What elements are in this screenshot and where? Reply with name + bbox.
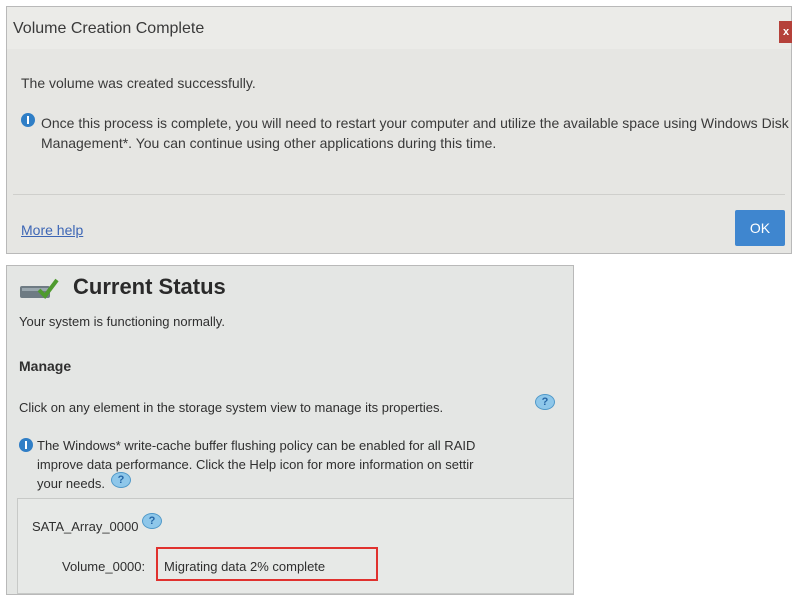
close-button[interactable]: x bbox=[779, 21, 792, 43]
cache-line-2: improve data performance. Click the Help… bbox=[37, 457, 474, 472]
volume-creation-dialog: Volume Creation Complete x The volume wa… bbox=[6, 6, 792, 254]
storage-array-box: SATA_Array_0000 ? Volume_0000: Migrating… bbox=[17, 498, 573, 594]
manage-heading: Manage bbox=[19, 358, 72, 374]
dialog-title: Volume Creation Complete bbox=[13, 20, 205, 37]
manage-instructions: Click on any element in the storage syst… bbox=[19, 400, 444, 415]
help-icon[interactable]: ? bbox=[142, 513, 162, 529]
more-help-link[interactable]: More help bbox=[21, 222, 83, 238]
status-title: Current Status bbox=[73, 274, 226, 299]
info-icon bbox=[19, 438, 33, 452]
system-status-text: Your system is functioning normally. bbox=[19, 314, 225, 329]
help-icon[interactable]: ? bbox=[535, 394, 555, 410]
dialog-titlebar: Volume Creation Complete x bbox=[7, 7, 792, 49]
help-icon[interactable]: ? bbox=[111, 472, 131, 488]
array-name[interactable]: SATA_Array_0000 bbox=[32, 519, 138, 534]
ok-button[interactable]: OK bbox=[735, 210, 785, 246]
current-status-panel: Current Status Your system is functionin… bbox=[6, 265, 574, 595]
success-message: The volume was created successfully. bbox=[21, 75, 256, 91]
restart-info-text: Once this process is complete, you will … bbox=[41, 115, 789, 151]
volume-label[interactable]: Volume_0000: bbox=[62, 559, 145, 574]
divider bbox=[13, 194, 785, 195]
highlight-box bbox=[156, 547, 378, 581]
storage-drive-icon bbox=[20, 278, 59, 300]
cache-line-1: The Windows* write-cache buffer flushing… bbox=[37, 438, 476, 453]
info-icon bbox=[21, 113, 35, 127]
cache-line-3: your needs. bbox=[37, 476, 105, 491]
